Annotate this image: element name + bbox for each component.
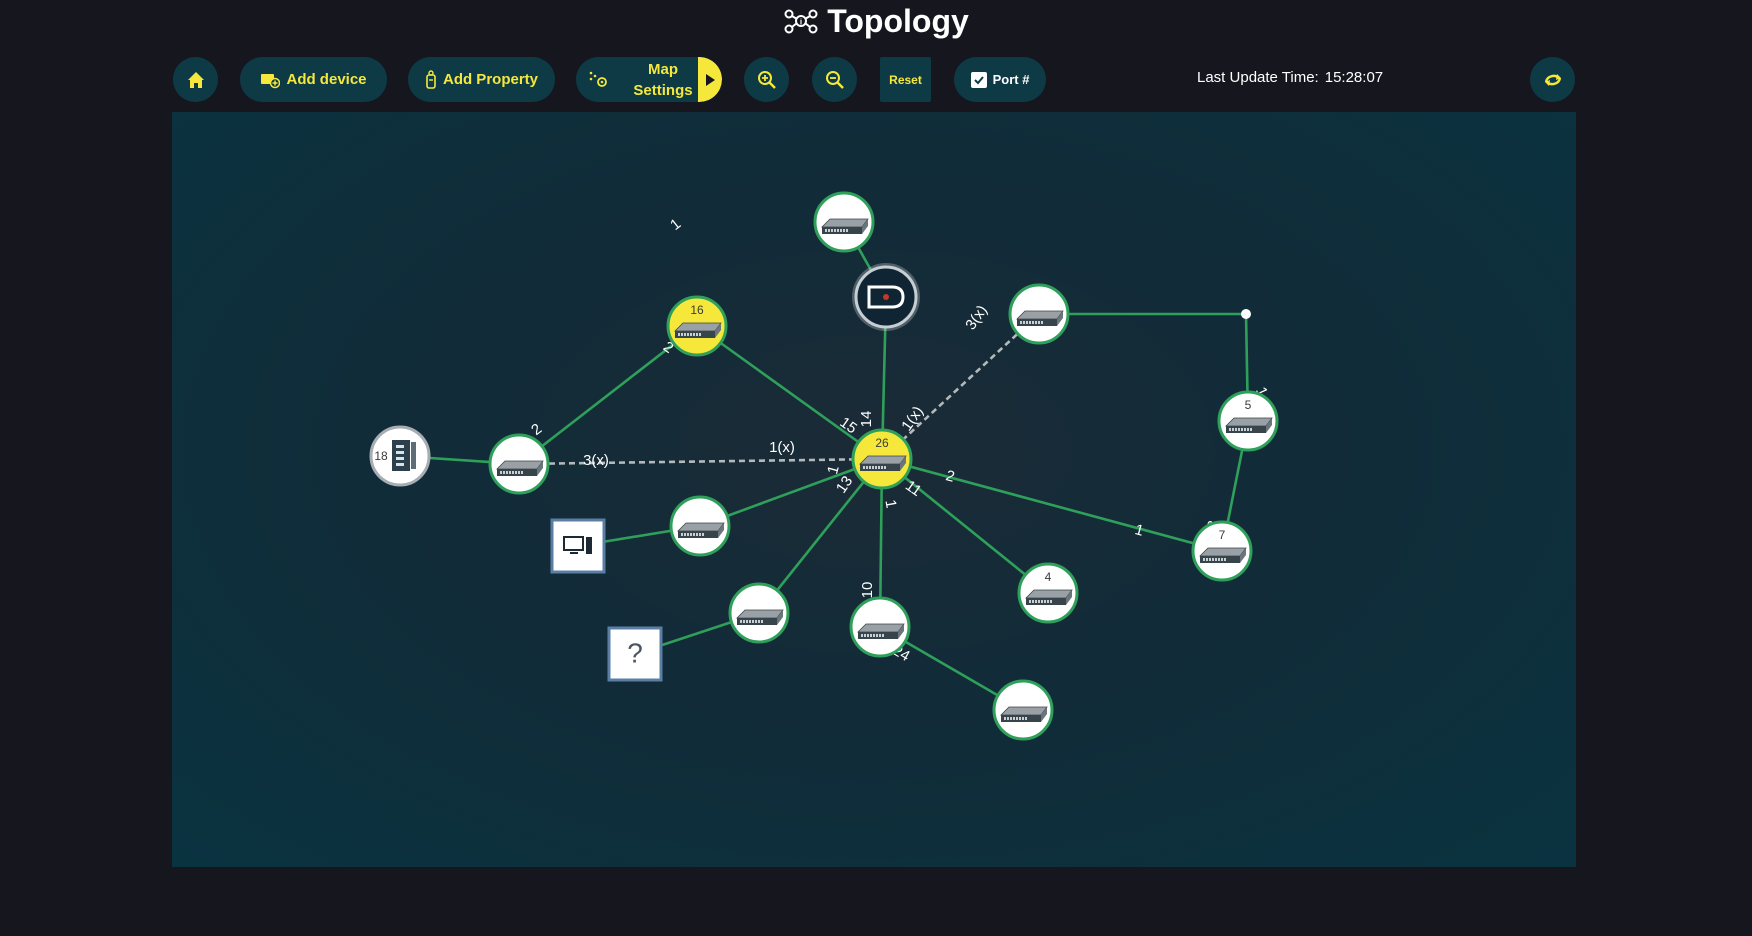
link-core-n7[interactable] xyxy=(881,457,1223,553)
map-settings-icon xyxy=(589,71,607,87)
node-camera[interactable] xyxy=(852,263,920,331)
node-upper-right-switch[interactable] xyxy=(1008,283,1070,345)
last-update-status: Last Update Time: 15:28:07 xyxy=(1197,69,1383,86)
node-sw-a[interactable] xyxy=(728,582,790,644)
play-icon xyxy=(706,73,715,86)
node-n16[interactable]: 16 xyxy=(666,295,728,357)
port-label: 1(x) xyxy=(898,403,927,434)
topology-canvas[interactable]: 14215213(x)1(x)3(x)1(x)11311024112181261… xyxy=(172,112,1576,867)
link-left-switch-core[interactable] xyxy=(518,457,883,466)
node-sw-b[interactable] xyxy=(849,596,911,658)
port-label: 1(x) xyxy=(769,439,795,456)
node-n4[interactable]: 4 xyxy=(1017,562,1079,624)
node-unknown[interactable]: ? xyxy=(607,626,663,682)
add-device-label: Add device xyxy=(286,71,367,88)
node-junction[interactable] xyxy=(1241,309,1251,319)
link-upper-right-switch-core[interactable] xyxy=(881,313,1040,460)
zoom-in-icon xyxy=(757,70,776,89)
node-n5[interactable]: 5 xyxy=(1217,390,1279,452)
last-update-label: Last Update Time: xyxy=(1197,69,1319,86)
link-core-n4[interactable] xyxy=(881,457,1049,595)
port-label: 1 xyxy=(824,464,843,476)
node-badge: 16 xyxy=(690,303,704,317)
node-left-switch[interactable] xyxy=(488,433,550,495)
page-title: Topology xyxy=(827,2,969,39)
node-n7[interactable]: 7 xyxy=(1191,520,1253,582)
node-top-switch[interactable] xyxy=(813,191,875,253)
home-icon xyxy=(187,71,204,88)
checkbox-icon[interactable] xyxy=(970,71,987,88)
svg-text:i: i xyxy=(800,18,802,27)
port-label: 1 xyxy=(667,215,684,234)
reset-label: Reset xyxy=(889,72,922,87)
port-label: 1 xyxy=(881,498,899,509)
node-badge: 26 xyxy=(875,436,889,450)
page-title-bar: i Topology xyxy=(0,0,1752,42)
map-settings-label-line1: Map xyxy=(648,60,678,78)
map-settings-expand-button[interactable] xyxy=(698,57,722,102)
topology-icon: i xyxy=(784,9,818,34)
add-property-button[interactable]: Add Property xyxy=(408,57,555,102)
nodes-layer: 26 16 18? 4 7 5 xyxy=(369,191,1279,741)
port-label: 15 xyxy=(837,414,860,437)
port-label: 3(x) xyxy=(962,302,991,333)
zoom-out-button[interactable] xyxy=(812,57,857,102)
node-badge: 18 xyxy=(374,449,388,463)
add-property-label: Add Property xyxy=(442,71,538,88)
unknown-device-icon: ? xyxy=(627,637,643,668)
port-label: 14 xyxy=(858,411,875,428)
map-settings-label-line2: Settings xyxy=(633,81,693,99)
node-mid-switch[interactable] xyxy=(669,495,731,557)
refresh-icon xyxy=(1544,73,1561,86)
refresh-button[interactable] xyxy=(1530,57,1575,102)
node-badge: 7 xyxy=(1219,528,1226,542)
node-n18[interactable]: 18 xyxy=(369,425,431,487)
port-label: 3(x) xyxy=(583,452,609,469)
topology-map[interactable]: 14215213(x)1(x)3(x)1(x)11311024112181261… xyxy=(172,112,1576,867)
reset-button[interactable]: Reset xyxy=(880,57,931,102)
node-badge: 4 xyxy=(1045,570,1052,584)
map-settings-button[interactable]: Map Settings xyxy=(576,57,722,102)
add-device-icon xyxy=(261,73,281,88)
tag-icon xyxy=(426,69,436,89)
port-toggle-label: Port # xyxy=(992,72,1030,87)
home-button[interactable] xyxy=(173,57,218,102)
add-device-button[interactable]: Add device xyxy=(240,57,387,102)
port-number-toggle[interactable]: Port # xyxy=(954,57,1046,102)
zoom-out-icon xyxy=(825,70,844,89)
node-badge: 5 xyxy=(1245,398,1252,412)
port-label: 2 xyxy=(944,467,956,486)
port-label: 10 xyxy=(859,582,876,599)
node-core[interactable]: 26 xyxy=(851,428,913,490)
node-pc[interactable] xyxy=(550,518,606,574)
last-update-time: 15:28:07 xyxy=(1324,69,1384,86)
port-label: 11 xyxy=(902,477,925,500)
zoom-in-button[interactable] xyxy=(744,57,789,102)
node-bottom-switch[interactable] xyxy=(992,679,1054,741)
